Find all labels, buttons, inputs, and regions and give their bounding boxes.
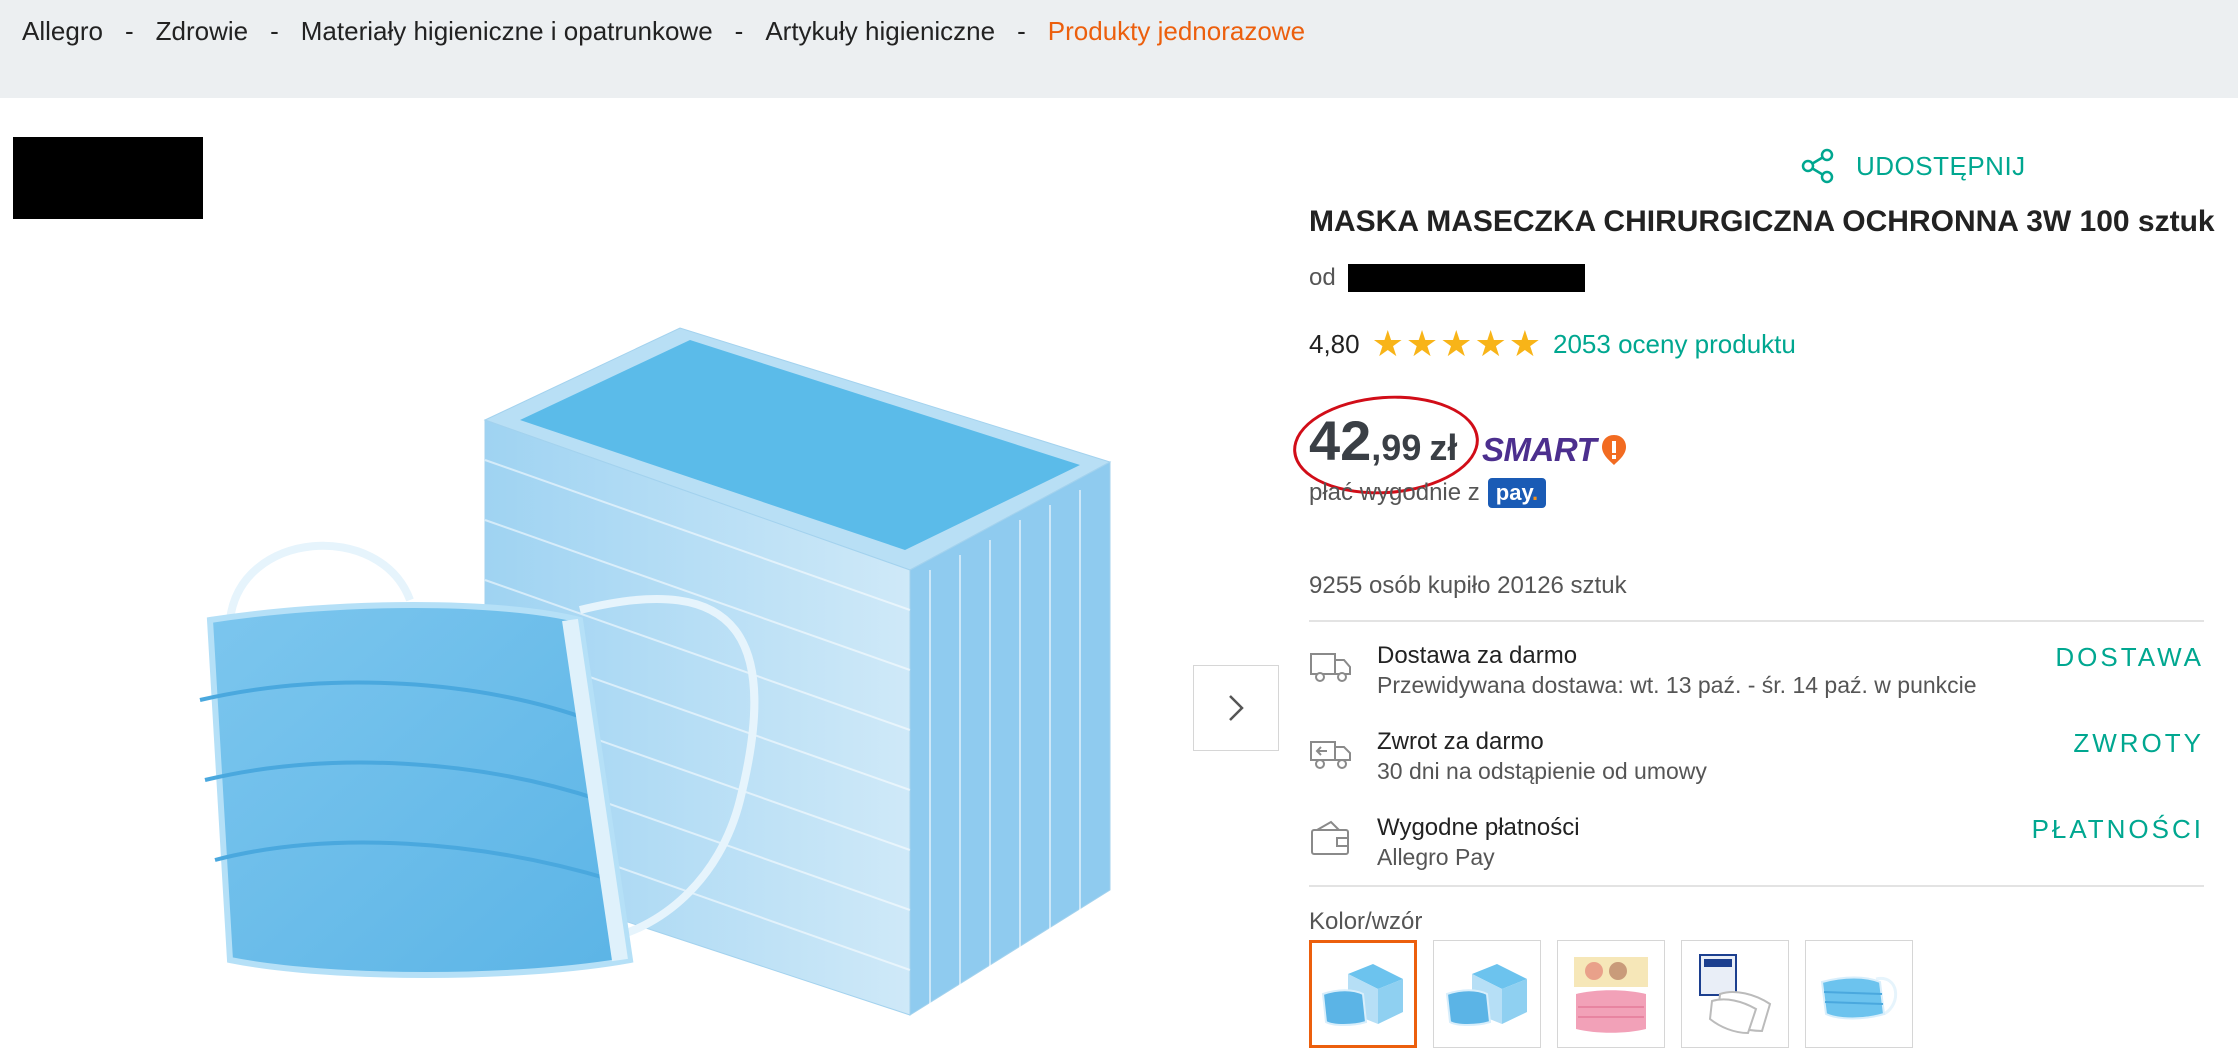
breadcrumb-separator: - (734, 16, 744, 46)
product-title: MASKA MASECZKA CHIRURGICZNA OCHRONNA 3W … (1309, 205, 2215, 238)
gallery-next-button[interactable] (1193, 665, 1279, 751)
returns-subtitle: 30 dni na odstąpienie od umowy (1377, 758, 1707, 784)
variant-list (1309, 940, 1929, 1048)
rating-value: 4,80 (1309, 328, 1360, 359)
rating: 4,80 ★ ★ ★ ★ ★ 2053 oceny produktu (1309, 323, 1796, 364)
pay-badge-label: pay (1495, 480, 1533, 505)
variant-label: Kolor/wzór (1309, 908, 1423, 935)
price-currency: zł (1429, 427, 1458, 468)
truck-icon (1310, 653, 1351, 682)
price-integer: 42 (1309, 409, 1372, 472)
breadcrumb-item-materialy[interactable]: Materiały higieniczne i opatrunkowe (301, 16, 713, 47)
breadcrumb-item-zdrowie[interactable]: Zdrowie (156, 16, 248, 47)
smart-badge[interactable]: SMART (1482, 431, 1628, 469)
divider (1309, 620, 2204, 622)
variant-image (1445, 964, 1527, 1026)
delivery-row: Dostawa za darmo Przewidywana dostawa: w… (1309, 642, 2204, 712)
breadcrumb-item-artykuly[interactable]: Artykuły higieniczne (765, 16, 995, 47)
share-icon (1801, 148, 1834, 184)
share-button[interactable]: UDOSTĘPNIJ (1800, 148, 2026, 184)
returns-title: Zwrot za darmo (1377, 728, 1544, 755)
price-decimal: ,99 (1371, 427, 1422, 468)
variant-image (1574, 957, 1648, 1033)
allegro-pay-badge[interactable]: pay. (1487, 478, 1547, 508)
breadcrumb-bar: Allegro - Zdrowie - Materiały higieniczn… (0, 0, 2238, 98)
payments-title: Wygodne płatności (1377, 814, 1580, 841)
smart-label: SMART (1482, 431, 1597, 468)
variant-image (1321, 964, 1403, 1026)
product-image (199, 327, 1112, 1016)
seller-prefix: od (1309, 264, 1336, 291)
divider (1309, 885, 2204, 887)
wallet-icon (1311, 820, 1349, 855)
star-icon: ★ (1508, 323, 1542, 364)
share-label: UDOSTĘPNIJ (1856, 150, 2026, 181)
pay-line: płać wygodnie z pay. (1309, 478, 1547, 508)
pay-text: płać wygodnie z (1309, 479, 1480, 506)
breadcrumb-separator: - (124, 16, 134, 46)
payments-row: Wygodne płatności Allegro Pay PŁATNOŚCI (1309, 814, 2204, 884)
breadcrumb-separator: - (1017, 16, 1026, 46)
delivery-title: Dostawa za darmo (1377, 642, 1578, 669)
variant-thumbnail[interactable] (1805, 940, 1913, 1048)
star-icon: ★ (1405, 323, 1439, 364)
star-icon: ★ (1440, 323, 1473, 364)
delivery-subtitle: Przewidywana dostawa: wt. 13 paź. - śr. … (1377, 672, 1977, 698)
payments-subtitle: Allegro Pay (1377, 844, 1495, 870)
variant-image (1820, 976, 1898, 1020)
return-icon (1310, 741, 1351, 769)
pay-badge-dot: . (1532, 480, 1539, 505)
variant-thumbnail[interactable] (1557, 940, 1665, 1048)
breadcrumb-item-allegro[interactable]: Allegro (22, 16, 103, 47)
variant-thumbnail[interactable] (1681, 940, 1789, 1048)
star-icon: ★ (1371, 323, 1404, 364)
chevron-right-icon (1229, 695, 1244, 721)
breadcrumb-current: Produkty jednorazowe (1047, 16, 1306, 46)
breadcrumb-separator: - (270, 16, 279, 46)
star-icon: ★ (1474, 323, 1507, 364)
redacted-seller-name[interactable] (1347, 264, 1585, 292)
payments-link[interactable]: PŁATNOŚCI (2032, 814, 2204, 845)
product-gallery[interactable] (0, 100, 1290, 1050)
breadcrumb: Allegro - Zdrowie - Materiały higieniczn… (22, 16, 1305, 47)
price: 42 ,99 zł (1309, 408, 1457, 473)
delivery-link[interactable]: DOSTAWA (2055, 642, 2204, 673)
sold-count: 9255 osób kupiło 20126 sztuk (1309, 572, 1627, 599)
rating-count-link[interactable]: 2053 oceny produktu (1553, 329, 1796, 360)
variant-thumbnail[interactable] (1433, 940, 1541, 1048)
variant-thumbnail[interactable] (1309, 940, 1417, 1048)
returns-row: Zwrot za darmo 30 dni na odstąpienie od … (1309, 728, 2204, 798)
seller-line: od (1309, 264, 1585, 292)
variant-image (1699, 954, 1772, 1035)
smart-info-icon (1602, 435, 1627, 465)
returns-link[interactable]: ZWROTY (2073, 728, 2204, 759)
rating-stars: ★ ★ ★ ★ ★ (1371, 323, 1543, 364)
